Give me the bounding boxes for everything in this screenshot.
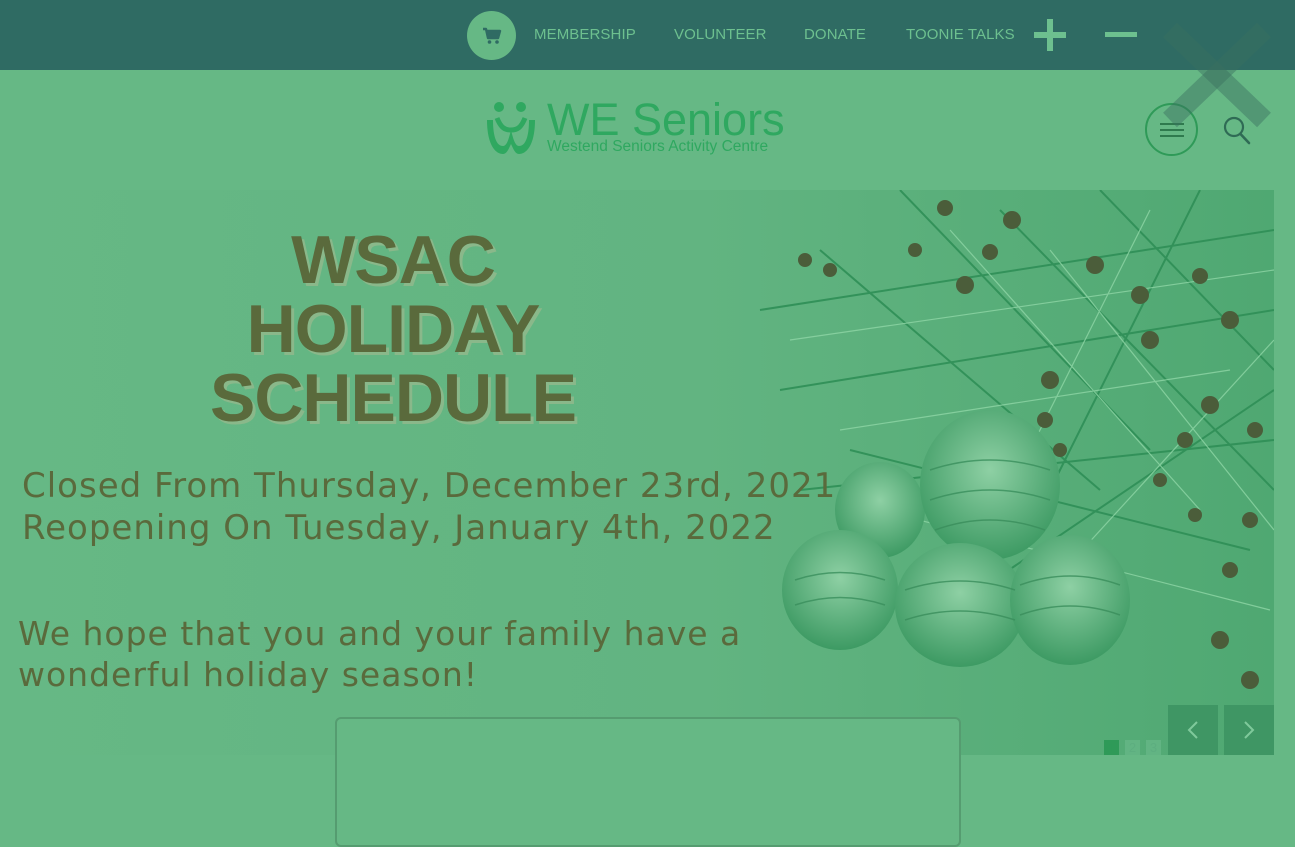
close-overlay-button[interactable]: [1158, 20, 1276, 130]
zoom-out-button[interactable]: [1104, 18, 1138, 52]
slide-dot-3[interactable]: 3: [1146, 740, 1161, 755]
logo-subtitle: Westend Seniors Activity Centre: [547, 138, 769, 155]
next-slide-button[interactable]: [1224, 705, 1274, 755]
site-logo[interactable]: WE Seniors Westend Seniors Activity Cent…: [483, 94, 795, 158]
cart-icon: [482, 27, 501, 44]
donate-link[interactable]: DONATE: [804, 26, 866, 43]
holiday-wish-text: wonderful holiday season!: [18, 655, 478, 694]
slide-dot-2[interactable]: 2: [1125, 740, 1140, 755]
slider-pagination: 1 2 3: [1104, 740, 1161, 755]
zoom-in-button[interactable]: [1033, 18, 1067, 52]
toonie-talks-link[interactable]: TOONIE TALKS: [906, 26, 1015, 43]
holiday-wish-text: We hope that you and your family have a: [18, 614, 742, 653]
logo-title: WE Seniors: [547, 94, 785, 145]
plus-icon: [1034, 19, 1066, 51]
reopening-date-text: Reopening On Tuesday, January 4th, 2022: [22, 508, 776, 548]
top-utility-bar: MEMBERSHIP VOLUNTEER DONATE TOONIE TALKS: [0, 0, 1295, 70]
hero-title-line: WSAC: [291, 222, 496, 298]
previous-slide-button[interactable]: [1168, 705, 1218, 755]
logo-figures-icon: [487, 102, 535, 154]
hero-title-line: HOLIDAY: [246, 291, 541, 367]
hero-title: WSAC HOLIDAY SCHEDULE: [150, 226, 636, 433]
content-panel: [335, 717, 961, 847]
chevron-right-icon: [1244, 721, 1255, 739]
hero-title-line: SCHEDULE: [209, 360, 577, 436]
minus-icon: [1105, 32, 1137, 37]
slide-dot-1[interactable]: 1: [1104, 740, 1119, 755]
cart-button[interactable]: [467, 11, 516, 60]
close-icon: [1163, 22, 1271, 128]
closed-date-text: Closed From Thursday, December 23rd, 202…: [22, 466, 837, 506]
chevron-left-icon: [1187, 721, 1198, 739]
volunteer-link[interactable]: VOLUNTEER: [674, 26, 767, 43]
membership-link[interactable]: MEMBERSHIP: [534, 26, 636, 43]
